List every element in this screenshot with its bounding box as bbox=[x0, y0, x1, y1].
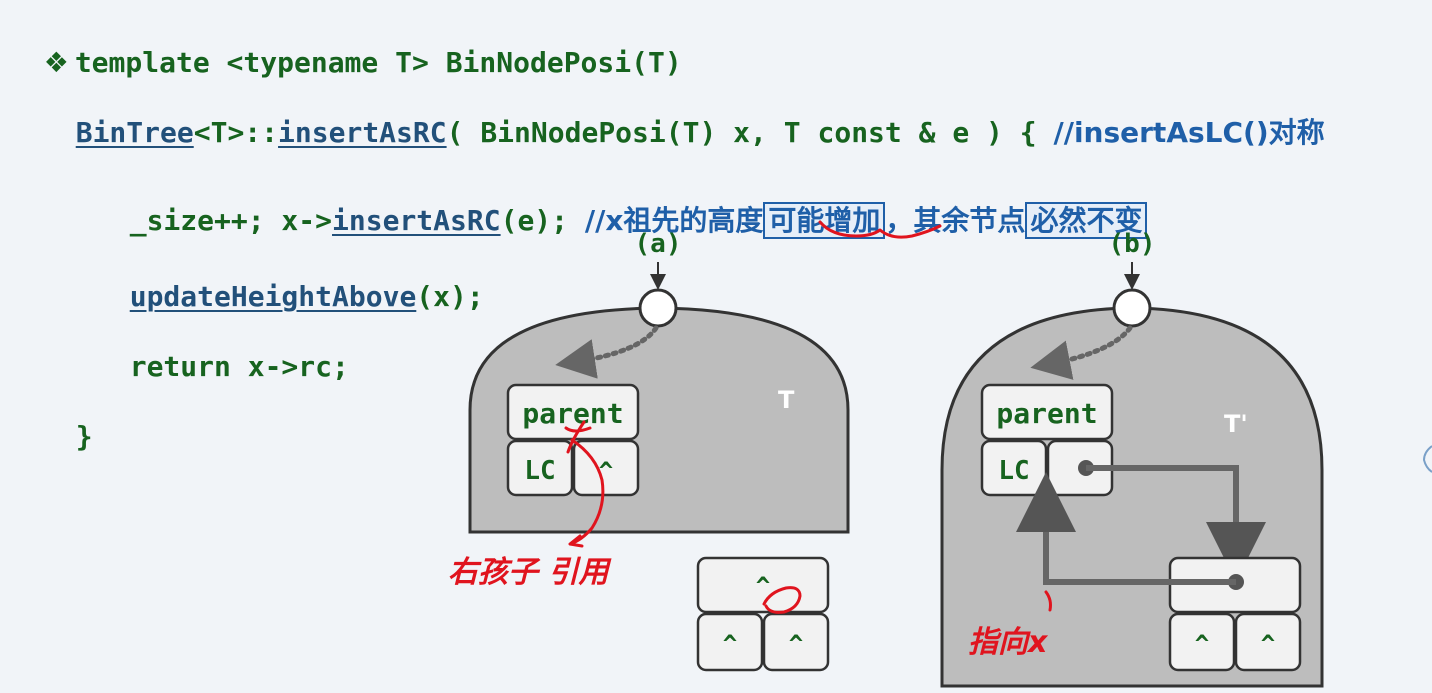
root-node-a bbox=[638, 288, 678, 328]
tree-label-a: T bbox=[778, 386, 795, 414]
parent-label-a: parent bbox=[522, 397, 623, 430]
node-x-b: parent LC bbox=[980, 383, 1114, 497]
new-lc-null-a: ^ bbox=[723, 630, 737, 658]
tree-label-b: T' bbox=[1224, 410, 1248, 438]
handwritten-note-b: 指向x bbox=[968, 625, 1049, 660]
lc-label-b: LC bbox=[998, 456, 1029, 486]
lc-label-a: LC bbox=[524, 456, 555, 486]
new-rc-null-b: ^ bbox=[1261, 630, 1275, 658]
handwritten-note-a: 右孩子 引用 bbox=[448, 555, 612, 590]
new-node-a: ^ ^ ^ bbox=[696, 556, 830, 672]
parent-label-b: parent bbox=[996, 397, 1097, 430]
new-parent-null-a: ^ bbox=[756, 572, 770, 600]
new-rc-null-a: ^ bbox=[789, 630, 803, 658]
tree-diagram: (a) T parent LC ^ ^ ^ ^ (b) T' parent LC bbox=[448, 220, 1432, 688]
handwritten-underline bbox=[818, 220, 942, 239]
label-b: (b) bbox=[1109, 229, 1156, 259]
edge-decoration bbox=[1422, 445, 1432, 473]
new-lc-null-b: ^ bbox=[1195, 630, 1209, 658]
label-a: (a) bbox=[635, 229, 682, 259]
root-node-b bbox=[1112, 288, 1152, 328]
